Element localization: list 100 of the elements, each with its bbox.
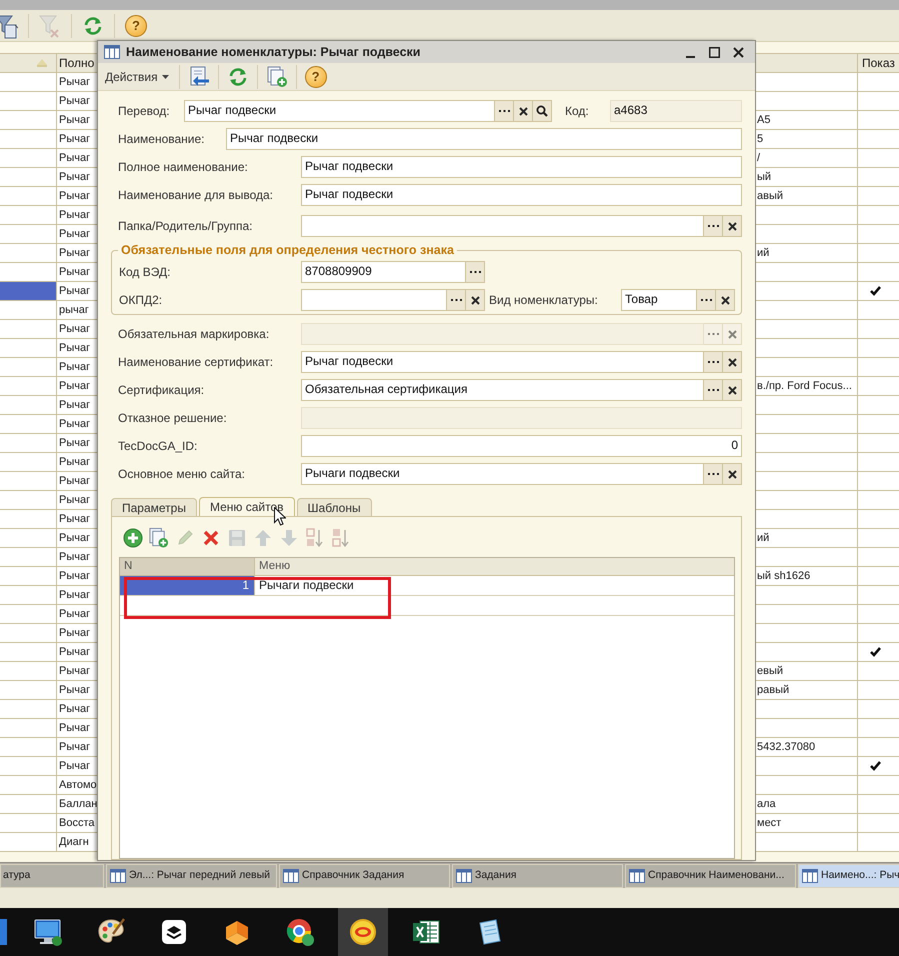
filter-button[interactable] <box>0 12 18 38</box>
clear-icon <box>728 222 736 230</box>
text-field[interactable]: Рычаг подвески <box>184 100 495 122</box>
window-tab[interactable]: атура <box>0 864 104 888</box>
field-label: Сертификация: <box>117 382 206 399</box>
refresh-icon <box>226 66 249 88</box>
help-button[interactable]: ? <box>125 14 147 36</box>
add-button[interactable] <box>122 528 143 548</box>
table-cell: авый <box>757 190 784 202</box>
filter-clear-icon <box>39 12 61 38</box>
table-cell: Рычаг <box>59 684 90 696</box>
ellipsis-icon <box>708 360 718 364</box>
table-cell: ий <box>757 247 770 259</box>
help-button[interactable]: ? <box>304 66 327 88</box>
taskbar-button[interactable] <box>338 908 388 956</box>
window-icon <box>0 917 10 947</box>
document-plus-icon <box>266 66 288 88</box>
clear-icon <box>720 296 730 304</box>
window-tab[interactable]: Справочник Задания <box>279 864 450 888</box>
field-label: Наименование для вывода: <box>117 187 274 204</box>
select-button[interactable] <box>495 100 514 122</box>
table-cell: Рычаг <box>59 570 90 582</box>
actions-menu[interactable]: Действия <box>103 68 171 86</box>
text-field[interactable]: Обязательная сертификация <box>301 379 704 401</box>
column-header: Полно <box>59 56 94 70</box>
clear-button[interactable] <box>723 351 742 373</box>
table-cell: / <box>757 152 760 164</box>
clear-button[interactable] <box>723 379 742 401</box>
document-plus-button[interactable] <box>148 528 169 548</box>
table-icon <box>104 45 120 59</box>
field-label: Полное наименование: <box>117 159 249 176</box>
table-cell: А5 <box>757 114 770 126</box>
search-button[interactable] <box>533 100 552 122</box>
window-tab[interactable]: Справочник Наименовани... <box>625 864 796 888</box>
table-cell: рычаг <box>59 304 89 316</box>
select-button[interactable] <box>697 289 716 311</box>
table-cell: ый sh1626 <box>757 570 810 582</box>
table-cell: Рычаг <box>59 418 90 430</box>
select-button[interactable] <box>447 289 466 311</box>
text-field[interactable]: Рычаг подвески <box>226 128 742 150</box>
ellipsis-icon <box>470 270 480 274</box>
field-label: Вид номенклатуры: <box>489 292 599 309</box>
add-icon <box>122 528 142 548</box>
text-field[interactable]: 0 <box>301 435 742 457</box>
clear-button[interactable] <box>723 463 742 485</box>
filter-icon <box>0 12 18 38</box>
table-cell: Восста <box>59 817 94 829</box>
table-cell: Рычаг <box>59 475 90 487</box>
refresh-button[interactable] <box>82 14 104 36</box>
select-button[interactable] <box>704 379 723 401</box>
field-label: ОКПД2: <box>118 292 164 309</box>
field-label: Папка/Родитель/Группа: <box>117 218 254 235</box>
table-cell: в./пр. Ford Focus... <box>757 380 852 392</box>
select-button[interactable] <box>704 351 723 373</box>
document-arrow-button[interactable] <box>188 66 210 88</box>
clear-icon <box>728 470 736 478</box>
table-cell: Рычаг <box>59 342 90 354</box>
table-cell: Рычаг <box>59 646 90 658</box>
select-button[interactable] <box>704 215 723 237</box>
document-plus-button[interactable] <box>266 66 288 88</box>
text-field[interactable]: 8708809909 <box>301 261 466 283</box>
clear-button[interactable] <box>466 289 485 311</box>
tab[interactable]: Параметры <box>111 498 197 516</box>
text-field[interactable] <box>301 215 704 237</box>
field-label: Основное меню сайта: <box>117 466 246 483</box>
table-cell: Баллан <box>59 798 98 810</box>
clear-button[interactable] <box>723 215 742 237</box>
maximize-icon <box>708 46 720 58</box>
clear-button[interactable] <box>716 289 735 311</box>
clear-icon <box>470 296 480 304</box>
table-cell: Рычаг <box>59 456 90 468</box>
window-title: Наименование номенклатуры: Рычаг подвески <box>126 44 422 61</box>
window-tab[interactable]: Эл...: Рычаг передний левый <box>106 864 277 888</box>
sort-ascending-icon <box>306 528 324 548</box>
text-field[interactable]: Рычаг подвески <box>301 156 742 178</box>
select-button[interactable] <box>704 463 723 485</box>
table-cell: 5432.37080 <box>757 741 816 753</box>
refresh-button[interactable] <box>226 66 249 88</box>
table-cell: Рычаг <box>59 152 90 164</box>
window-tab[interactable]: Задания <box>452 864 623 888</box>
table-cell: Рычаг <box>59 114 90 126</box>
search-icon <box>536 105 548 117</box>
ring-logo-icon <box>285 917 315 947</box>
table-cell: Рычаг <box>59 760 90 772</box>
tab[interactable]: Шаблоны <box>296 498 372 516</box>
text-field[interactable]: Рычаг подвески <box>301 351 704 373</box>
table-cell: Рычаг <box>59 209 90 221</box>
ellipsis-icon <box>708 472 718 476</box>
window-tab[interactable]: Наимено...: Рыч <box>798 864 899 888</box>
text-field[interactable] <box>301 289 447 311</box>
table-cell: Рычаг <box>59 380 90 392</box>
text-field[interactable]: Товар <box>621 289 697 311</box>
clear-button[interactable] <box>514 100 533 122</box>
tab[interactable]: Меню сайтов <box>198 497 295 516</box>
text-field[interactable]: Рычаг подвески <box>301 184 742 206</box>
text-field[interactable]: Рычаги подвески <box>301 463 704 485</box>
field-label: Обязательная маркировка: <box>117 326 270 343</box>
select-button[interactable] <box>466 261 485 283</box>
column-header: Показ <box>862 55 895 72</box>
table-cell: Рычаг <box>59 247 90 259</box>
